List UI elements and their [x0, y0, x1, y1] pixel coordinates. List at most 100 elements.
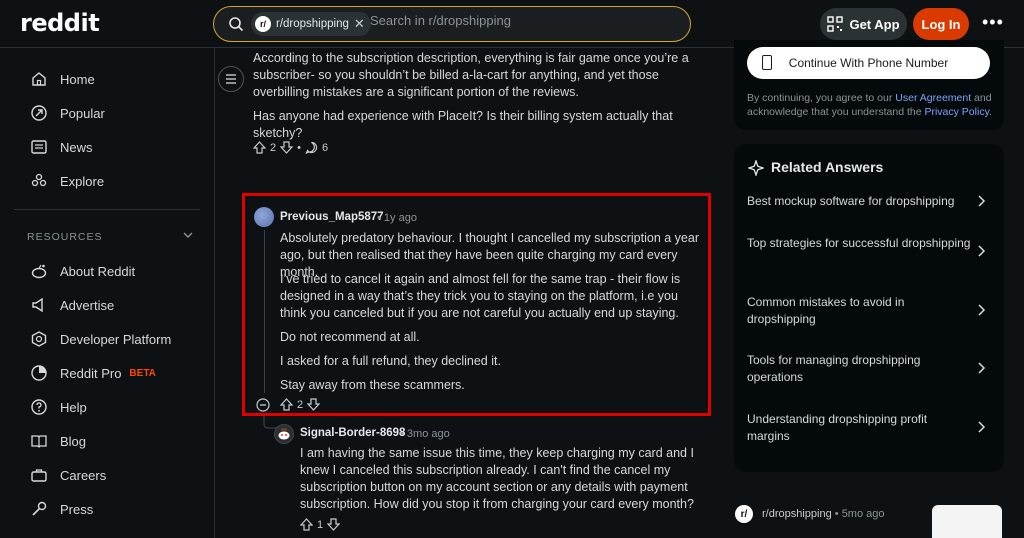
nav-label: Home	[60, 71, 95, 87]
chevron-down-icon[interactable]	[182, 229, 194, 241]
downvote-icon[interactable]	[280, 141, 294, 154]
more-options-icon[interactable]: •••	[982, 12, 1004, 33]
related-answer-item[interactable]: Tools for managing dropshipping operatio…	[747, 352, 972, 386]
search-input[interactable]	[370, 13, 670, 28]
reddit-alien-avatar-icon	[278, 428, 290, 440]
chip-close-icon[interactable]: ✕	[354, 16, 365, 32]
left-sidebar: Home Popular News Explore RESOURCES Abou…	[0, 48, 215, 538]
subreddit-icon: r/	[255, 16, 271, 32]
related-post-meta[interactable]: r/dropshipping • 5mo ago	[762, 508, 885, 520]
get-app-label: Get App	[849, 16, 900, 32]
comment-timestamp: • 3mo ago	[400, 428, 450, 440]
upvote-icon[interactable]	[300, 518, 313, 531]
chevron-right-icon[interactable]	[976, 195, 986, 207]
comment-paragraph: Do not recommend at all.	[280, 330, 420, 344]
nav-item-developer-platform[interactable]: Developer Platform	[30, 328, 171, 350]
nav-item-advertise[interactable]: Advertise	[30, 294, 114, 316]
explore-icon	[31, 173, 47, 187]
comment-paragraph: According to the subscription descriptio…	[253, 51, 689, 99]
nav-item-news[interactable]: News	[30, 136, 93, 158]
comment-paragraph: I’ve tried to cancel it again and almost…	[280, 272, 681, 320]
comment-actions: 1	[300, 518, 341, 531]
nav-item-press[interactable]: Press	[30, 498, 93, 520]
nav-label: Explore	[60, 173, 105, 189]
terms-prefix: By continuing, you agree to our	[747, 92, 896, 104]
popular-icon	[31, 105, 47, 121]
nav-item-blog[interactable]: Blog	[30, 430, 86, 452]
briefcase-icon	[31, 469, 47, 482]
related-answer-item[interactable]: Best mockup software for dropshipping	[747, 193, 972, 210]
nav-item-home[interactable]: Home	[30, 68, 95, 90]
get-app-button[interactable]: Get App	[820, 8, 907, 40]
vote-count: 2	[297, 398, 304, 411]
nav-label: News	[60, 139, 93, 155]
nav-label: Popular	[60, 105, 105, 121]
nav-item-reddit-pro[interactable]: Reddit Pro BETA	[30, 362, 156, 384]
nav-item-about-reddit[interactable]: About Reddit	[30, 260, 135, 282]
comment-actions: 2	[280, 398, 321, 411]
collapse-minus-icon[interactable]	[256, 398, 270, 412]
subreddit-icon[interactable]: r/	[735, 505, 753, 523]
developer-platform-icon	[31, 331, 47, 347]
phone-button-label: Continue With Phone Number	[788, 56, 949, 70]
press-mic-icon	[32, 501, 47, 516]
related-answer-item[interactable]: Understanding dropshipping profit margin…	[747, 411, 972, 445]
related-answer-item[interactable]: Common mistakes to avoid in dropshipping	[747, 294, 972, 328]
nav-item-explore[interactable]: Explore	[30, 170, 104, 192]
comment-author[interactable]: Previous_Map5877	[280, 211, 384, 223]
nav-label: Blog	[60, 433, 87, 449]
comment-bubble-icon[interactable]	[305, 141, 318, 154]
reddit-logo[interactable]: reddit	[20, 9, 100, 37]
search-icon	[229, 17, 244, 32]
comment-author[interactable]: Signal-Border-8698	[300, 427, 405, 439]
avatar[interactable]	[254, 207, 274, 227]
menu-lines-icon	[226, 74, 236, 84]
home-icon	[32, 72, 46, 86]
nav-label: Developer Platform	[60, 331, 172, 347]
related-answers-icon	[748, 160, 764, 176]
user-agreement-link[interactable]: User Agreement	[895, 92, 971, 104]
related-post-thumbnail[interactable]	[932, 505, 1002, 538]
related-post-subreddit[interactable]: r/dropshipping	[762, 508, 832, 520]
nav-label: Careers	[60, 467, 107, 483]
avatar[interactable]	[274, 424, 294, 444]
beta-badge: BETA	[129, 367, 156, 379]
chevron-right-icon[interactable]	[976, 304, 986, 316]
nav-label: About Reddit	[60, 263, 136, 279]
subreddit-search-chip[interactable]: r/ r/dropshipping ✕	[251, 12, 371, 36]
comment-timestamp: • 1y ago	[377, 212, 417, 224]
comment-paragraph: Stay away from these scammers.	[280, 378, 465, 392]
qr-code-icon	[827, 16, 844, 32]
comment-count: 6	[321, 141, 329, 154]
terms-suffix: .	[989, 106, 992, 118]
comment-paragraph: I asked for a full refund, they declined…	[280, 354, 501, 368]
related-answers-title: Related Answers	[771, 159, 884, 175]
chevron-right-icon[interactable]	[976, 245, 986, 257]
related-answer-item[interactable]: Top strategies for successful dropshippi…	[747, 235, 972, 252]
upvote-icon[interactable]	[280, 398, 293, 411]
privacy-policy-link[interactable]: Privacy Policy	[924, 106, 989, 118]
vote-count: 2	[270, 141, 277, 154]
upvote-icon[interactable]	[253, 141, 266, 154]
help-icon	[31, 399, 47, 415]
nav-label: Help	[60, 399, 87, 415]
login-button[interactable]: Log In	[913, 8, 969, 40]
nav-item-popular[interactable]: Popular	[30, 102, 105, 124]
separator: •	[297, 141, 301, 154]
comment-actions: 2 • 6	[253, 141, 328, 154]
phone-icon	[762, 55, 772, 70]
nav-item-careers[interactable]: Careers	[30, 464, 106, 486]
related-post-age: • 5mo ago	[834, 508, 885, 520]
downvote-icon[interactable]	[327, 518, 341, 531]
nav-label: Press	[60, 501, 94, 517]
nav-item-help[interactable]: Help	[30, 396, 87, 418]
downvote-icon[interactable]	[307, 398, 321, 411]
chevron-right-icon[interactable]	[976, 362, 986, 374]
collapse-thread-button[interactable]	[218, 66, 244, 92]
chip-label: r/dropshipping	[276, 18, 349, 30]
chevron-right-icon[interactable]	[976, 421, 986, 433]
resources-heading[interactable]: RESOURCES	[27, 231, 103, 243]
reddit-pro-icon	[31, 365, 47, 381]
thread-line[interactable]	[264, 230, 265, 393]
continue-with-phone-button[interactable]: Continue With Phone Number	[747, 47, 990, 79]
